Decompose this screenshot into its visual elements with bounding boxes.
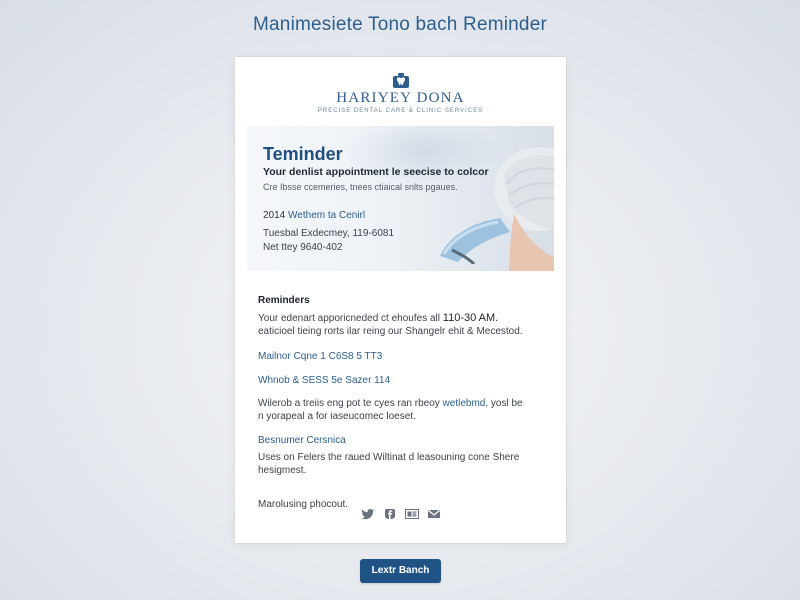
customer-service-link[interactable]: Besnumer Cersnica: [258, 434, 548, 447]
mail-icon[interactable]: [427, 508, 441, 520]
facebook-icon[interactable]: [383, 508, 397, 520]
intro-line2: eaticioel tieing rorts ilar reing our Sh…: [258, 326, 523, 337]
contact-link-1[interactable]: Mailnor Cqne 1 C6S8 5 TT3: [258, 350, 548, 363]
closing-paragraph: Uses on Felers the raued Wiltinat d leas…: [258, 451, 548, 477]
para2-line2: hesigmest.: [258, 465, 307, 476]
tooth-logo-icon: [392, 73, 410, 89]
para1-line2: n yorapeal a for iaseucomec loeset.: [258, 411, 416, 422]
intro-text: Your edenart apporicneded ct ehoufes all…: [258, 312, 548, 338]
website-link[interactable]: wetlebmd,: [443, 398, 489, 409]
info-paragraph: Wilerob a treiis eng pot te cyes ran rbe…: [258, 397, 548, 423]
para1-suffix: yosl be: [490, 398, 523, 409]
body-heading: Reminders: [258, 295, 310, 306]
contact-link-2[interactable]: Whnob & SESS 5e Sazer 114: [258, 374, 548, 387]
hero-banner: Teminder Your denlist appointment le see…: [247, 126, 554, 271]
hero-description: Cre Ibsse ccemeries, tnees ctiaical snlt…: [263, 182, 458, 192]
hero-subtitle: Your denlist appointment le seecise to c…: [263, 166, 489, 178]
para1-prefix: Wilerob a treiis eng pot te cyes ran rbe…: [258, 398, 440, 409]
logo: HARIYEY DONA PRECISE DENTAL CARE & CLINI…: [235, 73, 566, 115]
clinic-address: Tuesbal Exdecmey, 119-6081: [263, 228, 395, 239]
social-links: [235, 508, 566, 520]
tw-badge-icon[interactable]: [404, 508, 419, 520]
hero-title: Teminder: [263, 144, 343, 164]
clinic-number: 2014: [263, 210, 286, 221]
logo-name: HARIYEY DONA: [336, 90, 465, 106]
clinic-phone: Net ttey 9640-402: [263, 242, 343, 253]
clinic-name-link[interactable]: Wethem ta Cenirl: [288, 210, 365, 221]
email-body: Reminders Your edenart apporicneded ct e…: [258, 295, 548, 510]
email-card: HARIYEY DONA PRECISE DENTAL CARE & CLINI…: [235, 57, 566, 543]
logo-tagline: PRECISE DENTAL CARE & CLINIC SERVICES: [317, 108, 484, 114]
intro-line1-prefix: Your edenart apporicneded ct ehoufes all: [258, 313, 440, 324]
para2-line1: Uses on Felers the raued Wiltinat d leas…: [258, 452, 520, 463]
patient-image: [494, 147, 554, 271]
page-title: Manimesiete Tono bach Reminder: [253, 14, 547, 35]
twitter-icon[interactable]: [361, 508, 375, 520]
appointment-time: 110-30 AM.: [442, 312, 499, 324]
cta-button[interactable]: Lextr Banch: [360, 559, 441, 583]
clinic-line: 2014 Wethem ta Cenirl: [263, 210, 365, 221]
